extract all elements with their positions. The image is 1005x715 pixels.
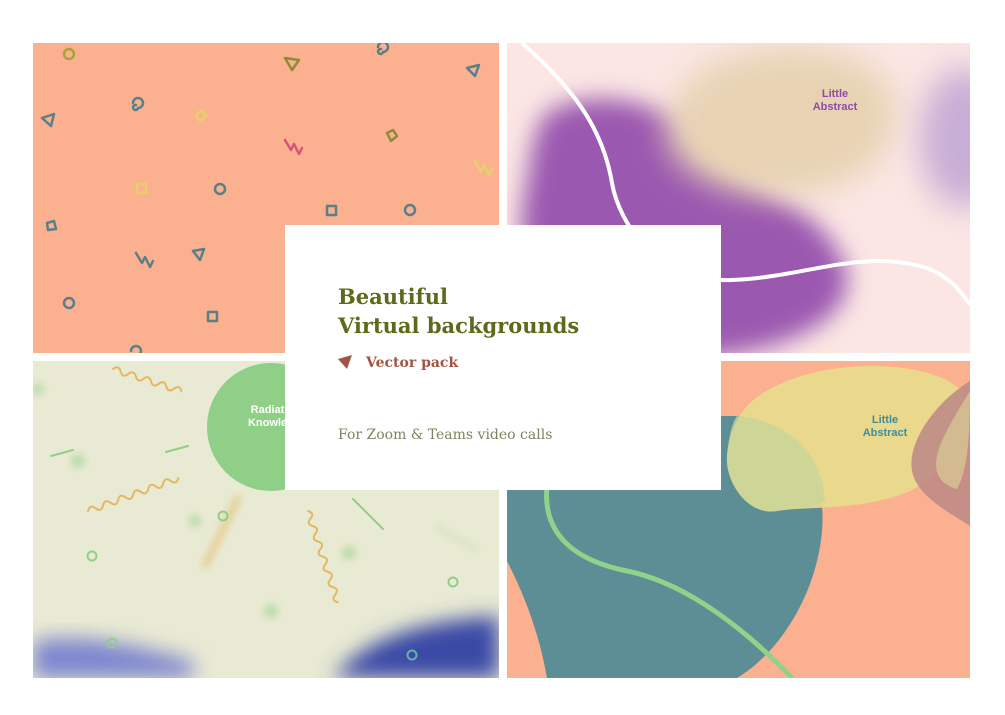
- page-title: Beautiful Virtual backgrounds: [338, 282, 698, 340]
- top-right-panel-label: Little Abstract: [812, 88, 858, 113]
- tagline: For Zoom & Teams video calls: [338, 427, 553, 443]
- title-card: Beautiful Virtual backgrounds Vector pac…: [285, 225, 721, 490]
- bottom-right-panel-label: Little Abstract: [862, 414, 908, 439]
- title-line-1: Beautiful: [338, 284, 448, 309]
- title-line-2: Virtual backgrounds: [338, 313, 580, 338]
- subtitle: Vector pack: [366, 355, 459, 371]
- triangle-icon: [338, 355, 352, 369]
